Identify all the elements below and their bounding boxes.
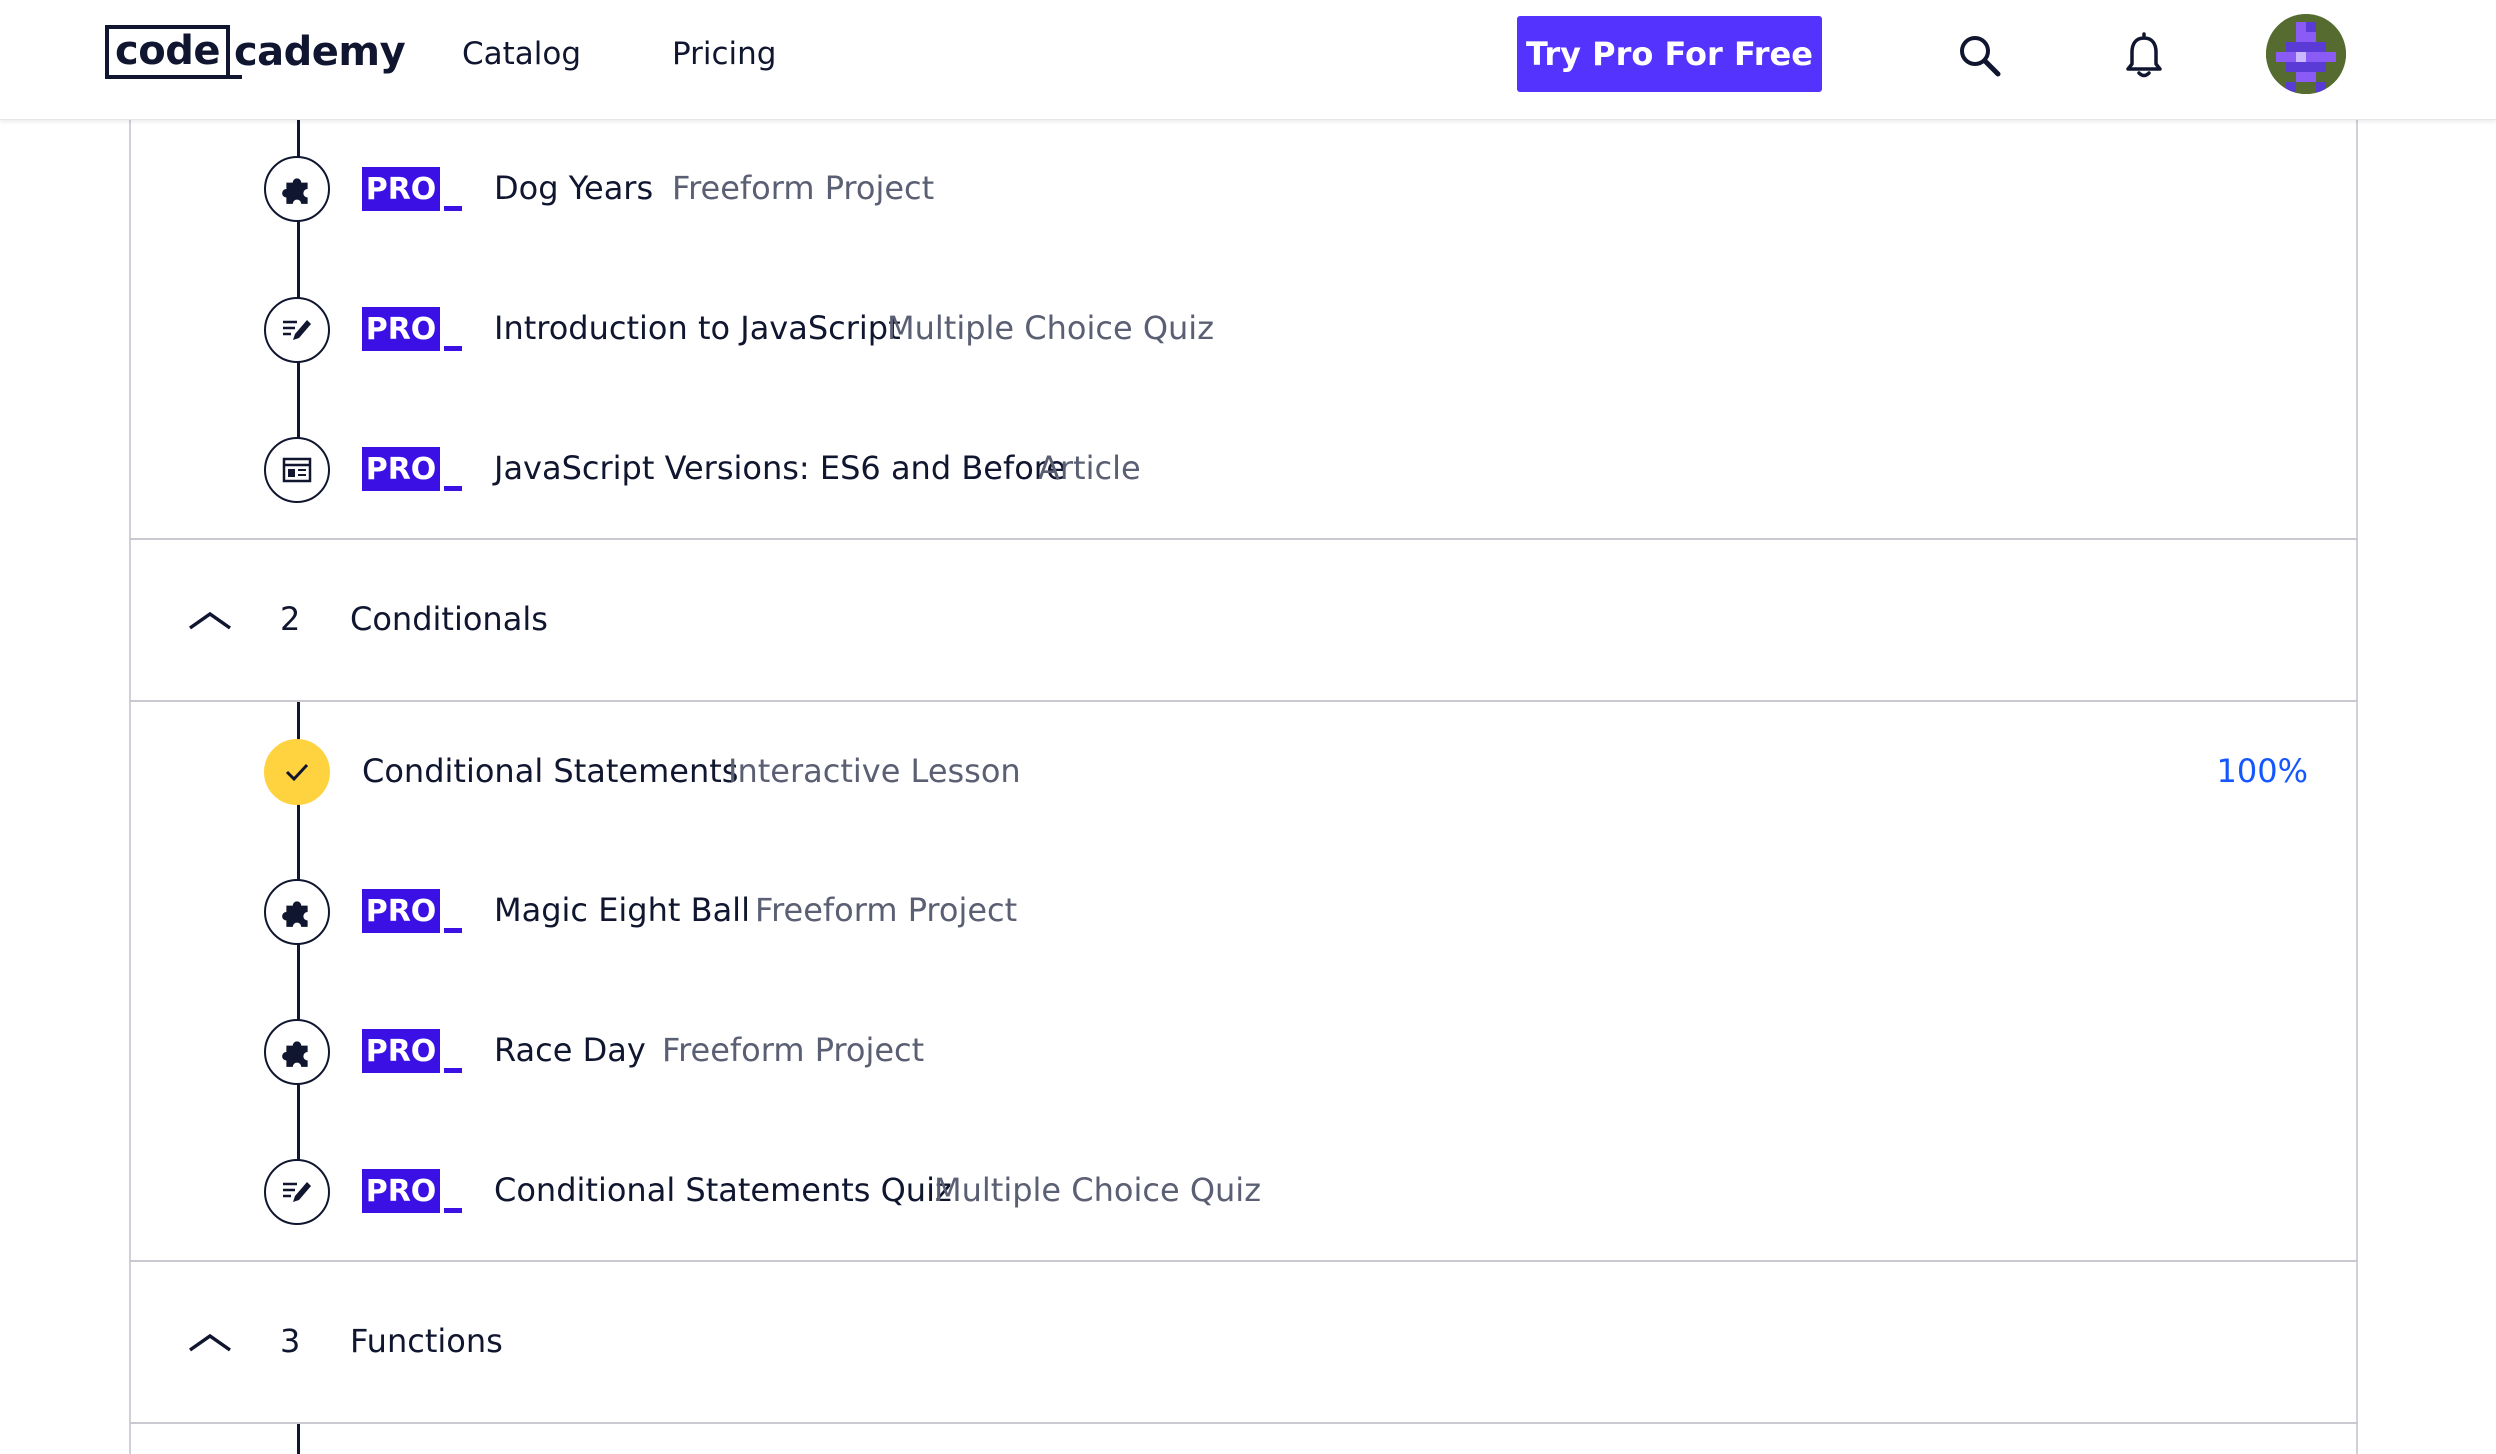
pro-cursor <box>444 206 462 211</box>
module-number: 2 <box>280 600 301 638</box>
puzzle-icon <box>264 879 330 945</box>
item-type: Freeform Project <box>672 169 935 207</box>
pro-cursor <box>444 1068 462 1073</box>
item-title[interactable]: Race Day <box>494 1028 646 1072</box>
pro-label: PRO <box>362 1169 440 1213</box>
pro-cursor <box>444 1208 462 1213</box>
item-title[interactable]: Dog Years <box>494 166 653 210</box>
chevron-up-icon[interactable] <box>186 1326 234 1356</box>
pro-badge: PRO <box>362 1025 462 1079</box>
timeline-line <box>297 1424 300 1454</box>
logo-wordmark: cademy <box>233 29 406 75</box>
pro-badge: PRO <box>362 163 462 217</box>
pro-cursor <box>444 486 462 491</box>
pro-label: PRO <box>362 447 440 491</box>
top-nav: code cademy Catalog Pricing Try Pro For … <box>0 0 2496 120</box>
pro-badge: PRO <box>362 303 462 357</box>
item-title[interactable]: Conditional Statements <box>362 749 738 793</box>
pro-label: PRO <box>362 1029 440 1073</box>
quiz-icon <box>264 1159 330 1225</box>
try-pro-button[interactable]: Try Pro For Free <box>1517 16 1822 92</box>
puzzle-icon <box>264 1019 330 1085</box>
item-type: Freeform Project <box>755 891 1018 929</box>
module-number: 3 <box>280 1322 301 1360</box>
item-type: Interactive Lesson <box>728 752 1021 790</box>
avatar[interactable] <box>2266 14 2346 94</box>
module-divider <box>129 700 2358 702</box>
logo-code-box: code <box>105 25 242 79</box>
pro-cursor <box>444 928 462 933</box>
module-divider <box>129 538 2358 540</box>
article-icon <box>264 437 330 503</box>
nav-catalog-link[interactable]: Catalog <box>462 32 581 76</box>
module-divider <box>129 1422 2358 1424</box>
item-type: Article <box>1038 449 1141 487</box>
codecademy-logo[interactable]: code cademy <box>105 24 406 80</box>
pro-label: PRO <box>362 167 440 211</box>
item-title[interactable]: Magic Eight Ball <box>494 888 750 932</box>
pro-label: PRO <box>362 307 440 351</box>
item-type: Freeform Project <box>662 1031 925 1069</box>
item-type: Multiple Choice Quiz <box>934 1171 1261 1209</box>
check-icon <box>264 739 330 805</box>
chevron-up-icon[interactable] <box>186 604 234 634</box>
bell-icon[interactable] <box>2116 28 2172 84</box>
progress-percent: 100% <box>2216 752 2308 790</box>
item-title[interactable]: JavaScript Versions: ES6 and Before <box>494 446 1066 490</box>
quiz-icon <box>264 297 330 363</box>
module-divider <box>129 1260 2358 1262</box>
syllabus-panel <box>129 0 2358 1454</box>
item-title[interactable]: Conditional Statements Quiz <box>494 1168 952 1212</box>
module-title: Conditionals <box>350 600 548 638</box>
search-icon[interactable] <box>1952 28 2008 84</box>
module-title: Functions <box>350 1322 503 1360</box>
pro-badge: PRO <box>362 1165 462 1219</box>
item-type: Multiple Choice Quiz <box>887 309 1214 347</box>
pro-badge: PRO <box>362 885 462 939</box>
pro-cursor <box>444 346 462 351</box>
pro-label: PRO <box>362 889 440 933</box>
nav-pricing-link[interactable]: Pricing <box>672 32 777 76</box>
puzzle-icon <box>264 156 330 222</box>
pro-badge: PRO <box>362 443 462 497</box>
item-title[interactable]: Introduction to JavaScript <box>494 306 901 350</box>
